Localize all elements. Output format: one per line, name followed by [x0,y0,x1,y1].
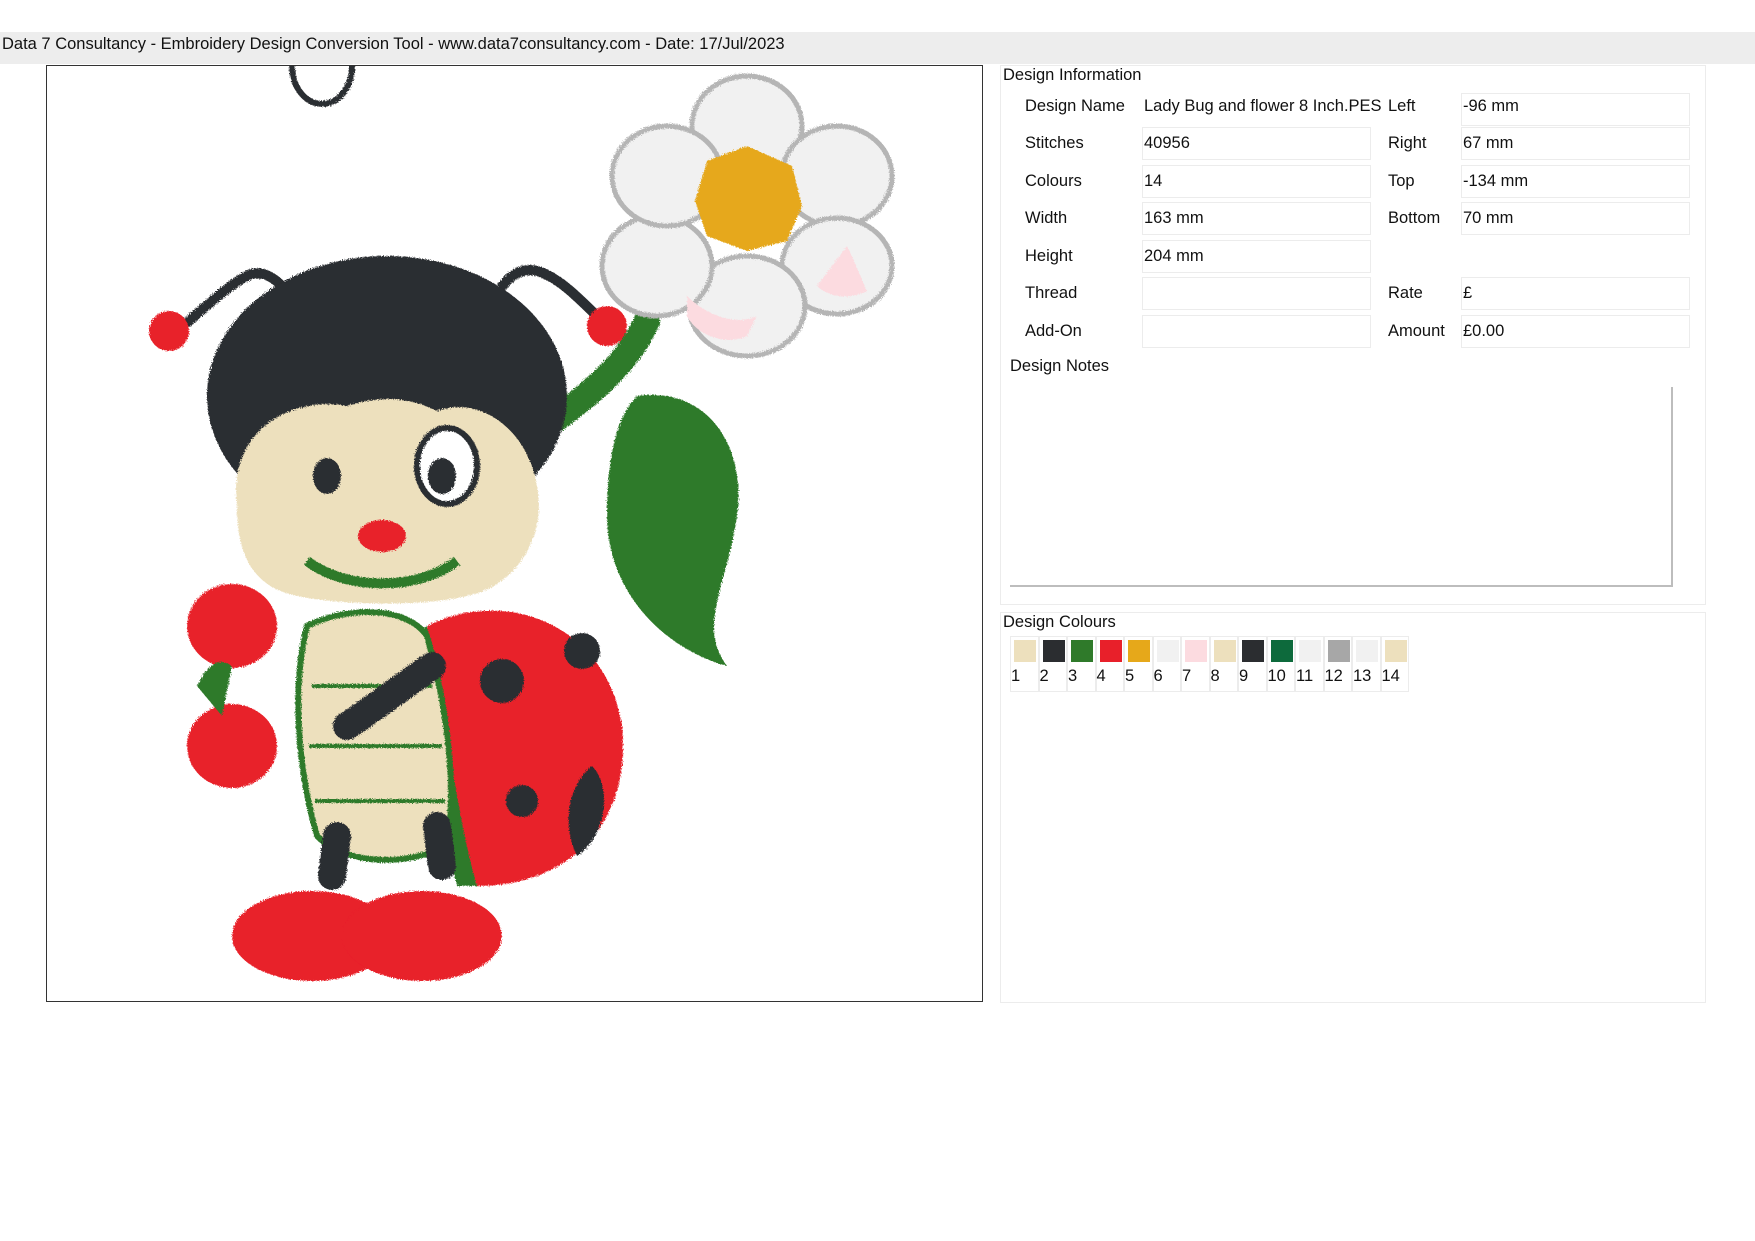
colour-swatch [1356,640,1378,662]
right-label: Right [1388,134,1427,152]
design-notes-label: Design Notes [1010,357,1110,375]
height-label: Height [1025,247,1073,265]
colour-swatch-cell: 12 [1323,636,1352,692]
colour-swatch-number: 7 [1182,667,1192,685]
colour-swatch-cell: 3 [1067,636,1096,692]
stitches-label: Stitches [1025,134,1084,152]
colour-swatch-number: 2 [1039,667,1049,685]
colour-swatch-cell: 2 [1038,636,1067,692]
colour-swatch-number: 6 [1153,667,1163,685]
colour-swatch [1099,640,1122,662]
colour-swatch-number: 12 [1324,667,1343,685]
colour-swatch-cell: 1 [1010,636,1039,692]
colour-swatch-cell: 7 [1181,636,1210,692]
rate-box [1461,277,1690,310]
colour-swatch-cell: 14 [1380,636,1409,692]
top-label: Top [1388,172,1415,190]
colour-swatch-cell: 9 [1238,636,1267,692]
right-value: 67 mm [1463,134,1514,152]
amount-value: £0.00 [1463,322,1505,340]
thread-box [1142,277,1371,310]
colour-swatch-number: 8 [1210,667,1220,685]
colour-swatch [1242,640,1264,662]
left-label: Left [1388,97,1416,115]
colours-value: 14 [1144,172,1163,190]
design-name-label: Design Name [1025,97,1125,115]
design-notes-box[interactable] [1010,387,1673,587]
left-value: -96 mm [1463,97,1519,115]
rate-label: Rate [1388,284,1423,302]
colour-swatch [1014,640,1036,662]
design-preview [46,65,983,1002]
colour-swatch-cell: 10 [1266,636,1295,692]
header-title: Data 7 Consultancy - Embroidery Design C… [2,35,785,53]
colour-swatch-number: 11 [1296,667,1314,685]
colour-swatch [1384,640,1407,662]
bottom-value: 70 mm [1463,209,1514,227]
colour-swatch-cell: 4 [1095,636,1124,692]
rate-value: £ [1463,284,1473,302]
design-information-title: Design Information [1003,66,1142,84]
colour-swatch-number: 14 [1381,667,1400,685]
colour-swatch-number: 13 [1353,667,1372,685]
colour-swatch [1270,640,1293,662]
colour-swatch-cell: 5 [1124,636,1153,692]
colour-swatch [1185,640,1207,662]
colour-swatch [1128,640,1150,662]
design-name-value: Lady Bug and flower 8 Inch.PES [1144,97,1382,115]
amount-label: Amount [1388,322,1445,340]
ladybug-flower-illustration [149,66,895,981]
colour-swatch [1299,640,1321,662]
colour-swatch [1042,640,1065,662]
colour-swatch-cell: 13 [1352,636,1381,692]
colour-swatch-number: 9 [1239,667,1249,685]
addon-label: Add-On [1025,322,1082,340]
colour-swatch [1071,640,1093,662]
colour-swatch [1213,640,1236,662]
colours-label: Colours [1025,172,1082,190]
colours-box [1142,165,1371,198]
addon-box [1142,315,1371,348]
thread-label: Thread [1025,284,1078,302]
width-value: 163 mm [1144,209,1204,227]
colour-swatch-cell: 8 [1209,636,1238,692]
design-notes-text [1010,387,1671,399]
colour-swatch-number: 3 [1068,667,1078,685]
bottom-label: Bottom [1388,209,1441,227]
colour-swatch-number: 1 [1011,667,1021,685]
height-value: 204 mm [1144,247,1204,265]
colour-swatch-number: 4 [1096,667,1106,685]
colour-swatch-cell: 11 [1295,636,1324,692]
stitches-value: 40956 [1144,134,1190,152]
colour-swatch-number: 5 [1125,667,1135,685]
top-value: -134 mm [1463,172,1529,190]
colour-swatch-cell: 6 [1152,636,1181,692]
colour-swatch [1156,640,1179,662]
design-colours-title: Design Colours [1003,613,1116,631]
colour-swatch [1327,640,1350,662]
width-label: Width [1025,209,1068,227]
colour-swatch-number: 10 [1267,667,1286,685]
